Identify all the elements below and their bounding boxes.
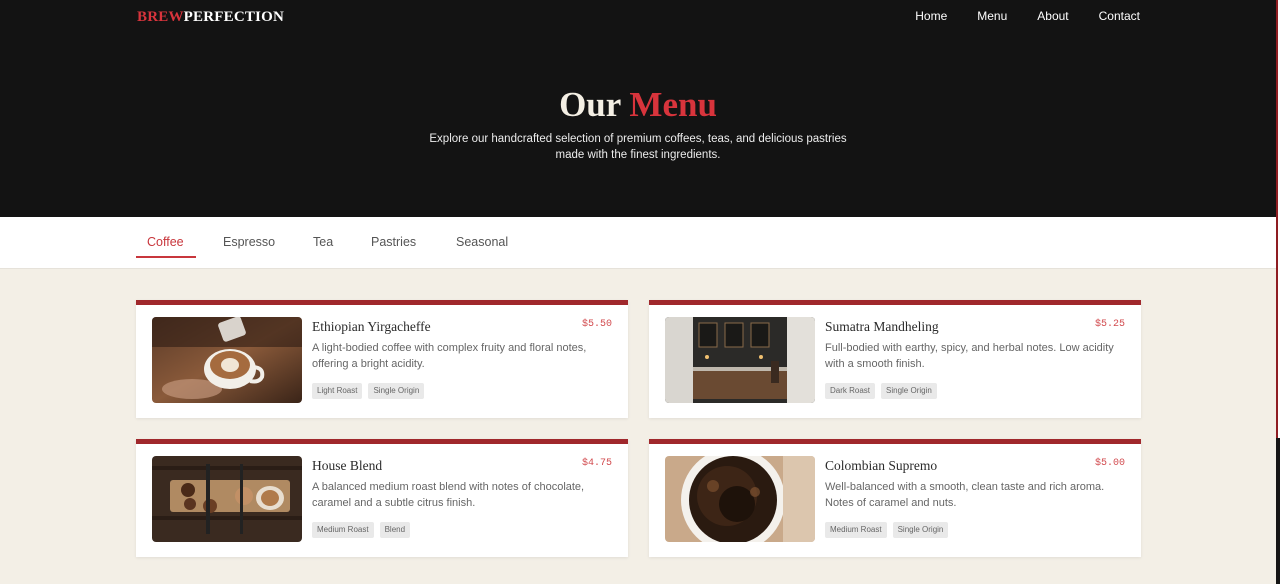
tab-pastries[interactable]: Pastries <box>371 234 416 250</box>
item-name: Sumatra Mandheling <box>825 319 939 334</box>
item-description: A light-bodied coffee with complex fruit… <box>312 342 587 370</box>
nav-about[interactable]: About <box>1037 9 1068 23</box>
item-tags: Dark Roast Single Origin <box>825 383 937 399</box>
tag-badge: Medium Roast <box>825 522 887 538</box>
logo[interactable]: BREWPERFECTION <box>137 9 284 26</box>
item-price: $5.25 <box>1094 319 1125 330</box>
item-description: A balanced medium roast blend with notes… <box>312 481 585 509</box>
tab-espresso[interactable]: Espresso <box>223 234 275 250</box>
menu-item-card[interactable]: Colombian Supremo $5.00 Well-balanced wi… <box>649 439 1141 557</box>
hero-section: BREWPERFECTION Home Menu About Contact O… <box>0 0 1276 217</box>
nav-contact[interactable]: Contact <box>1099 9 1140 23</box>
item-price: $5.00 <box>1094 458 1125 469</box>
main-nav: Home Menu About Contact <box>885 9 1140 23</box>
tag-badge: Single Origin <box>881 383 937 399</box>
active-tab-indicator <box>136 256 196 258</box>
item-name: Ethiopian Yirgacheffe <box>312 319 431 334</box>
page-title: Our Menu <box>0 83 1276 127</box>
item-tags: Light Roast Single Origin <box>312 383 425 399</box>
black-coffee-cup-image <box>665 456 815 542</box>
latte-art-cup-image <box>152 317 302 403</box>
tag-badge: Light Roast <box>312 383 363 399</box>
cafe-interior-image <box>665 317 815 403</box>
logo-perfection: PERFECTION <box>183 9 284 25</box>
item-name: Colombian Supremo <box>825 458 938 473</box>
item-description: Full-bodied with earthy, spicy, and herb… <box>825 342 1114 370</box>
menu-item-card[interactable]: Ethiopian Yirgacheffe $5.50 A light-bodi… <box>136 300 628 418</box>
item-tags: Medium Roast Single Origin <box>825 522 949 538</box>
tag-badge: Blend <box>379 522 411 538</box>
item-description: Well-balanced with a smooth, clean taste… <box>825 481 1105 509</box>
scrollbar-accent <box>1276 0 1278 438</box>
title-our: Our <box>559 85 621 124</box>
tag-badge: Single Origin <box>368 383 425 399</box>
menu-tabs: Coffee Espresso Tea Pastries Seasonal <box>0 217 1276 269</box>
tab-coffee[interactable]: Coffee <box>147 234 184 250</box>
tag-badge: Dark Roast <box>825 383 876 399</box>
item-tags: Medium Roast Blend <box>312 522 411 538</box>
item-name: House Blend <box>312 458 383 473</box>
scrollbar-thumb[interactable] <box>1276 438 1280 584</box>
nav-menu[interactable]: Menu <box>977 9 1007 23</box>
title-menu: Menu <box>629 85 717 124</box>
hero-subtitle: Explore our handcrafted selection of pre… <box>429 133 847 161</box>
logo-brew: BREW <box>137 9 184 25</box>
coffee-board-image <box>152 456 302 542</box>
tag-badge: Medium Roast <box>312 522 374 538</box>
tab-tea[interactable]: Tea <box>313 234 333 250</box>
item-price: $4.75 <box>581 458 612 469</box>
nav-home[interactable]: Home <box>915 9 947 23</box>
menu-item-card[interactable]: House Blend $4.75 A balanced medium roas… <box>136 439 628 557</box>
tab-seasonal[interactable]: Seasonal <box>456 234 508 250</box>
menu-item-card[interactable]: Sumatra Mandheling $5.25 Full-bodied wit… <box>649 300 1141 418</box>
tag-badge: Single Origin <box>892 522 949 538</box>
item-price: $5.50 <box>581 319 612 330</box>
